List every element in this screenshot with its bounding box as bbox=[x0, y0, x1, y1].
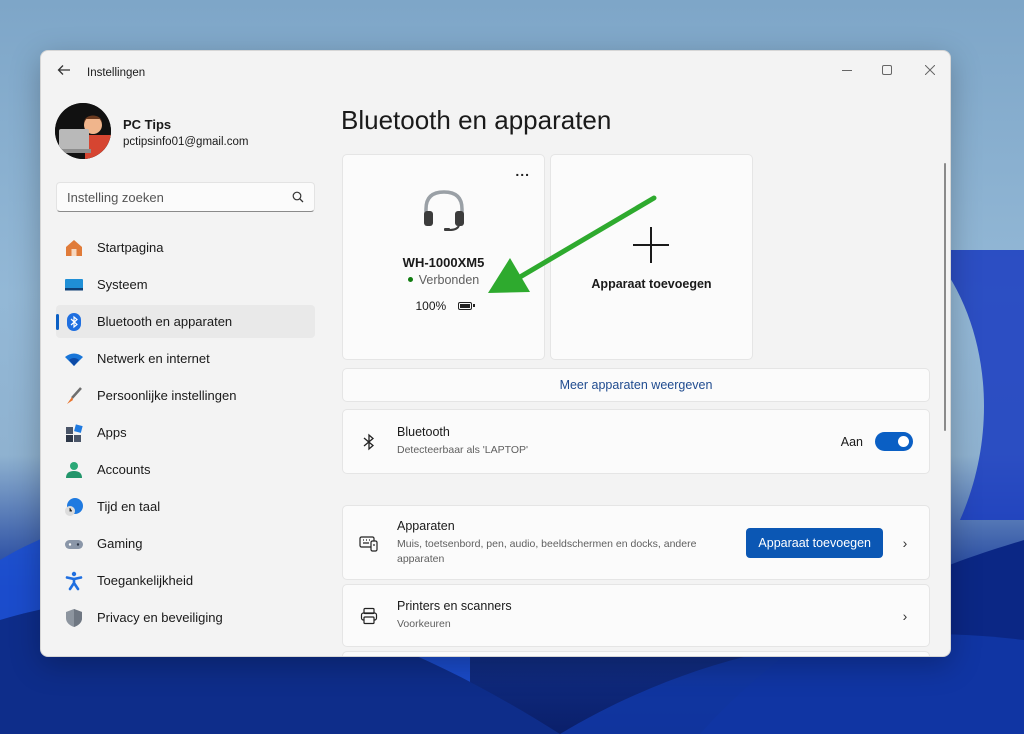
profile-email: pctipsinfo01@gmail.com bbox=[123, 136, 249, 148]
bluetooth-icon bbox=[64, 312, 84, 332]
add-device-button[interactable]: Apparaat toevoegen bbox=[746, 527, 883, 558]
printers-subtitle: Voorkeuren bbox=[397, 618, 451, 631]
person-icon bbox=[64, 460, 84, 480]
sidebar-item-systeem[interactable]: Systeem bbox=[56, 268, 315, 301]
headphones-icon bbox=[424, 190, 464, 231]
apps-icon bbox=[64, 423, 84, 443]
bluetooth-title: Bluetooth bbox=[397, 425, 450, 440]
devices-title: Apparaten bbox=[397, 518, 455, 533]
maximize-button[interactable] bbox=[867, 57, 907, 83]
bluetooth-row-text: Bluetooth Detecteerbaar als 'LAPTOP' bbox=[397, 425, 841, 458]
sidebar-item-accounts[interactable]: Accounts bbox=[56, 453, 315, 486]
show-more-devices-button[interactable]: Meer apparaten weergeven bbox=[342, 368, 930, 402]
add-device-card[interactable]: Apparaat toevoegen bbox=[550, 154, 753, 360]
sidebar-item-label: Persoonlijke instellingen bbox=[97, 388, 237, 403]
sidebar-item-label: Netwerk en internet bbox=[97, 351, 210, 366]
minimize-button[interactable] bbox=[827, 57, 867, 83]
sidebar-item-gaming[interactable]: Gaming bbox=[56, 527, 315, 560]
back-button[interactable] bbox=[55, 63, 73, 81]
app-title: Instellingen bbox=[87, 67, 146, 79]
sidebar-item-label: Apps bbox=[97, 425, 127, 440]
arrow-left-icon bbox=[57, 65, 70, 75]
search-icon[interactable] bbox=[292, 191, 304, 203]
next-setting-row[interactable] bbox=[342, 651, 930, 656]
sidebar-item-privacy[interactable]: Privacy en beveiliging bbox=[56, 601, 315, 634]
battery-icon bbox=[457, 301, 475, 310]
bluetooth-icon bbox=[359, 432, 379, 452]
devices-row[interactable]: Apparaten Muis, toetsenbord, pen, audio,… bbox=[342, 505, 930, 580]
sidebar-item-label: Startpagina bbox=[97, 240, 164, 255]
sidebar-item-startpagina[interactable]: Startpagina bbox=[56, 231, 315, 264]
status-dot-icon bbox=[407, 277, 413, 283]
avatar bbox=[55, 103, 111, 159]
sidebar-item-persoonlijk[interactable]: Persoonlijke instellingen bbox=[56, 379, 315, 412]
minimize-icon bbox=[842, 70, 852, 71]
sidebar-item-label: Toegankelijkheid bbox=[97, 573, 194, 588]
device-name: WH-1000XM5 bbox=[402, 255, 485, 270]
add-device-label: Apparaat toevoegen bbox=[591, 277, 712, 291]
printers-row-text: Printers en scanners Voorkeuren bbox=[397, 599, 897, 632]
sidebar-item-bluetooth[interactable]: Bluetooth en apparaten bbox=[56, 305, 315, 338]
more-options-button[interactable]: ... bbox=[515, 163, 530, 179]
sidebar-item-label: Accounts bbox=[97, 462, 151, 477]
bluetooth-toggle[interactable] bbox=[875, 432, 913, 451]
settings-window: Instellingen PC Tips pctipsinfo01@gmail.… bbox=[40, 50, 951, 657]
sidebar-item-label: Gaming bbox=[97, 536, 143, 551]
system-icon bbox=[64, 275, 84, 295]
page-title: Bluetooth en apparaten bbox=[341, 105, 612, 135]
chevron-right-icon[interactable]: › bbox=[897, 608, 913, 624]
printers-title: Printers en scanners bbox=[397, 599, 512, 614]
home-icon bbox=[64, 238, 84, 258]
profile-name: PC Tips bbox=[123, 117, 172, 132]
main-content: Bluetooth en apparaten ... WH-1000XM5 Ve… bbox=[341, 95, 950, 656]
plus-icon bbox=[633, 227, 669, 263]
toggle-state-label: Aan bbox=[840, 434, 863, 449]
close-button[interactable] bbox=[910, 57, 950, 83]
scrollbar[interactable] bbox=[944, 163, 946, 431]
bluetooth-setting-row: Bluetooth Detecteerbaar als 'LAPTOP' Aan bbox=[342, 409, 930, 474]
sidebar-item-label: Tijd en taal bbox=[97, 499, 161, 514]
wifi-icon bbox=[64, 349, 84, 369]
sidebar-item-toegankelijkheid[interactable]: Toegankelijkheid bbox=[56, 564, 315, 597]
title-bar: Instellingen bbox=[41, 51, 950, 95]
search-box[interactable] bbox=[56, 182, 315, 212]
sidebar-item-tijd[interactable]: Tijd en taal bbox=[56, 490, 315, 523]
battery-percent: 100% bbox=[415, 299, 447, 313]
chevron-right-icon[interactable]: › bbox=[897, 535, 913, 551]
status-text: Verbonden bbox=[418, 273, 480, 287]
sidebar-item-label: Systeem bbox=[97, 277, 148, 292]
devices-subtitle: Muis, toetsenbord, pen, audio, beeldsche… bbox=[397, 537, 697, 565]
sidebar-item-label: Bluetooth en apparaten bbox=[97, 314, 233, 329]
printer-icon bbox=[359, 606, 379, 626]
search-input[interactable] bbox=[57, 183, 287, 211]
gamepad-icon bbox=[64, 534, 84, 554]
user-profile[interactable]: PC Tips pctipsinfo01@gmail.com bbox=[55, 103, 315, 161]
shield-icon bbox=[64, 608, 84, 628]
close-icon bbox=[925, 65, 935, 75]
printers-row[interactable]: Printers en scanners Voorkeuren › bbox=[342, 584, 930, 647]
show-more-devices-label: Meer apparaten weergeven bbox=[559, 378, 713, 392]
sidebar-item-netwerk[interactable]: Netwerk en internet bbox=[56, 342, 315, 375]
sidebar-nav: Startpagina Systeem Bluetooth en apparat… bbox=[56, 231, 315, 638]
keyboard-devices-icon bbox=[359, 533, 379, 553]
connection-status: Verbonden bbox=[343, 273, 544, 287]
toggle-knob bbox=[898, 436, 909, 447]
globe-clock-icon bbox=[64, 497, 84, 517]
maximize-icon bbox=[882, 65, 892, 75]
devices-row-text: Apparaten Muis, toetsenbord, pen, audio,… bbox=[397, 519, 746, 566]
sidebar-item-apps[interactable]: Apps bbox=[56, 416, 315, 449]
brush-icon bbox=[64, 386, 84, 406]
battery-status: 100% bbox=[343, 299, 544, 313]
accessibility-icon bbox=[64, 571, 84, 591]
device-card[interactable]: ... WH-1000XM5 Verbonden 100% bbox=[342, 154, 545, 360]
sidebar-item-label: Privacy en beveiliging bbox=[97, 610, 223, 625]
bluetooth-subtitle: Detecteerbaar als 'LAPTOP' bbox=[397, 444, 529, 457]
